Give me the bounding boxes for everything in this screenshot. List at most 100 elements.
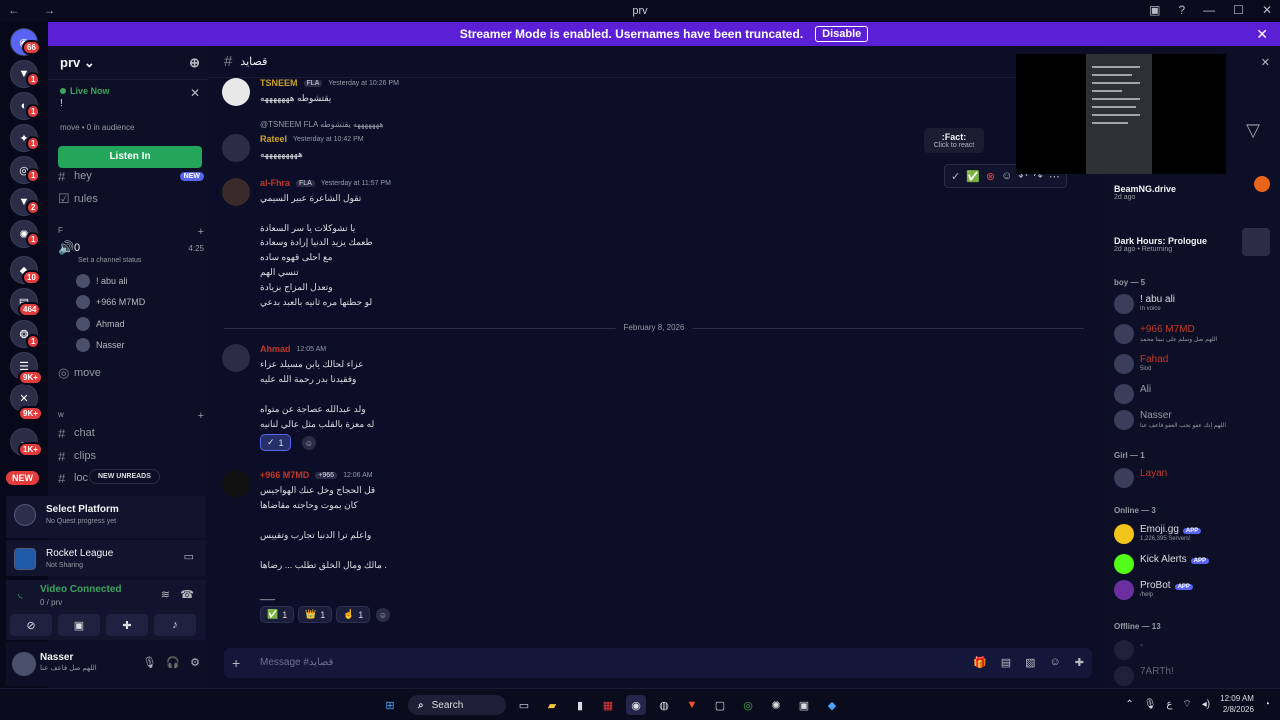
file-explorer-icon[interactable]: ▰ [542,695,562,715]
emoji-icon[interactable]: ☺ [1050,656,1061,669]
member-item[interactable]: ProBot APP/help [1114,578,1274,600]
category-w[interactable]: w + [58,410,204,422]
check-mark-icon[interactable]: ✅ [966,170,980,183]
channel-status[interactable]: Set a channel status [78,257,141,264]
channel-hey[interactable]: # hey NEW [58,166,204,186]
author-name[interactable]: Ahmad [260,344,291,354]
voice-user[interactable]: ! abu ali [76,272,202,290]
wifi-icon[interactable]: ⌔ [1182,698,1191,711]
search-box[interactable]: ⌕ Search [408,695,506,715]
camera-off-icon[interactable]: ⊘ [10,614,52,636]
reaction-pill[interactable]: ✅ 1 [260,606,295,623]
member-item[interactable]: Layan [1114,466,1274,488]
author-name[interactable]: al-Fhra [260,178,290,188]
windows-start-icon[interactable]: ⊞ [380,695,400,715]
volume-icon[interactable]: ◂) [1202,699,1210,710]
new-unreads-pill[interactable]: NEW UNREADS [90,470,159,483]
inbox-icon[interactable]: ▣ [1149,3,1160,17]
member-item[interactable]: Emoji.gg APP 1,226,395 Servers! [1114,522,1274,544]
app-icon[interactable]: ✺ [766,695,786,715]
disable-button[interactable]: Disable [815,26,869,42]
stream-preview[interactable] [1016,54,1226,174]
task-view-icon[interactable]: ▭ [514,695,534,715]
notification-bell-icon[interactable]: ◔ [1264,699,1270,710]
reaction-pill[interactable]: ☝ 1 [336,606,371,623]
add-reaction-icon[interactable]: ☺ [1001,170,1012,182]
voice-user[interactable]: Ahmad [76,315,202,333]
check-reaction-icon[interactable]: ✓ [951,170,960,183]
reaction-pill[interactable]: ✓ 1 [260,434,291,451]
attach-plus-icon[interactable]: + [232,655,240,671]
avatar[interactable] [12,652,36,676]
noise-icon[interactable]: ≋ [161,588,170,601]
discord-icon[interactable]: ◉ [626,695,646,715]
screen-share-icon[interactable]: ▣ [58,614,100,636]
channel-rules[interactable]: ☑ rules [58,189,204,209]
gif-icon[interactable]: ▤ [1001,656,1011,669]
member-item[interactable]: 7ARTh! [1114,664,1274,686]
channel-chat[interactable]: # chat [58,423,204,443]
close-banner-icon[interactable]: ✕ [1256,26,1268,43]
mic-icon[interactable]: 🎙 [142,656,156,669]
gift-icon[interactable]: 🎁 [973,656,987,669]
add-reaction-icon[interactable]: ☺ [376,608,390,622]
reply-preview[interactable]: @TSNEEM FLA هههههههه يقتشوطه [260,120,384,129]
reaction-pill[interactable]: 👑 1 [298,606,333,623]
soundboard-icon[interactable]: ♪ [154,614,196,636]
quest-panel[interactable]: Select Platform No Quest progress yet [6,496,206,538]
activity-card[interactable]: BeamNG.drive 2d ago [1114,176,1274,201]
message-input[interactable]: Message #قصايد [260,657,333,668]
settings-gear-icon[interactable]: ⚙ [190,656,200,669]
app-icon[interactable]: ▦ [598,695,618,715]
voice-user[interactable]: Nasser [76,336,202,354]
member-item[interactable]: Nasser اللهم إنك عفو تحب العفو فاعف عنا [1114,408,1274,430]
disconnect-icon[interactable]: ☎ [180,588,194,601]
member-item[interactable]: Fahad 5lod [1114,352,1274,374]
rocket-league-icon[interactable]: ◆ [822,695,842,715]
author-name[interactable]: TSNEEM [260,78,298,88]
server-header[interactable]: prv ⌄ ⊕ [48,46,208,80]
close-button[interactable]: ✕ [1262,3,1272,17]
add-channel-icon[interactable]: + [198,410,204,422]
author-name[interactable]: Rateel [260,134,287,144]
brave-icon[interactable]: ▼ [682,695,702,715]
app-icon[interactable]: ▣ [794,695,814,715]
close-panel-icon[interactable]: ✕ [1261,56,1270,69]
clock[interactable]: 12:09 AM 2/8/2026 [1220,693,1254,715]
voice-status[interactable]: Video Connected [40,584,122,595]
mic-tray-icon[interactable]: 🎙 [1144,699,1157,710]
sticker-icon[interactable]: ▧ [1025,656,1035,669]
listen-in-button[interactable]: Listen In [58,146,202,168]
language-indicator[interactable]: ع [1166,699,1172,710]
app-icon[interactable]: ▮ [570,695,590,715]
window-controls[interactable]: ▣ ? — ☐ ✕ [1149,3,1272,17]
activities-icon[interactable]: ✚ [106,614,148,636]
voice-user[interactable]: +966 M7MD [76,293,202,311]
voice-channel-move[interactable]: ◎ move [58,363,204,383]
avatar[interactable] [222,78,250,106]
help-icon[interactable]: ? [1178,3,1185,17]
close-icon[interactable]: ✕ [190,86,200,100]
minimize-button[interactable]: — [1203,3,1215,17]
voice-channel-0[interactable]: 🔊 0 4:25 [58,238,204,258]
member-item[interactable]: +966 M7MD اللهم صل وسلم على نبينا محمد [1114,322,1274,344]
member-item[interactable]: ! abu ali In voice [1114,292,1274,314]
add-channel-icon[interactable]: + [198,226,204,238]
member-item[interactable]: Kick Alerts APP [1114,552,1274,574]
headphones-icon[interactable]: 🎧 [166,656,180,669]
avatar[interactable] [222,134,250,162]
message-composer[interactable]: + Message #قصايد 🎁 ▤ ▧ ☺ ✚ [224,648,1092,678]
avatar[interactable] [222,178,250,206]
member-item[interactable]: Ali [1114,382,1274,404]
new-badge[interactable]: NEW [6,471,39,485]
maximize-button[interactable]: ☐ [1233,3,1244,17]
avatar[interactable] [222,344,250,372]
add-reaction-icon[interactable]: ☺ [302,436,316,450]
channel-clips[interactable]: # clips [58,446,204,466]
chrome-icon[interactable]: ◎ [738,695,758,715]
category-f[interactable]: F + [58,226,204,238]
game-panel[interactable]: Rocket League Not Sharing ▭ [6,540,206,576]
app-icon[interactable]: ▢ [710,695,730,715]
member-item[interactable]: - [1114,638,1274,660]
add-member-icon[interactable]: ⊕ [189,55,200,71]
